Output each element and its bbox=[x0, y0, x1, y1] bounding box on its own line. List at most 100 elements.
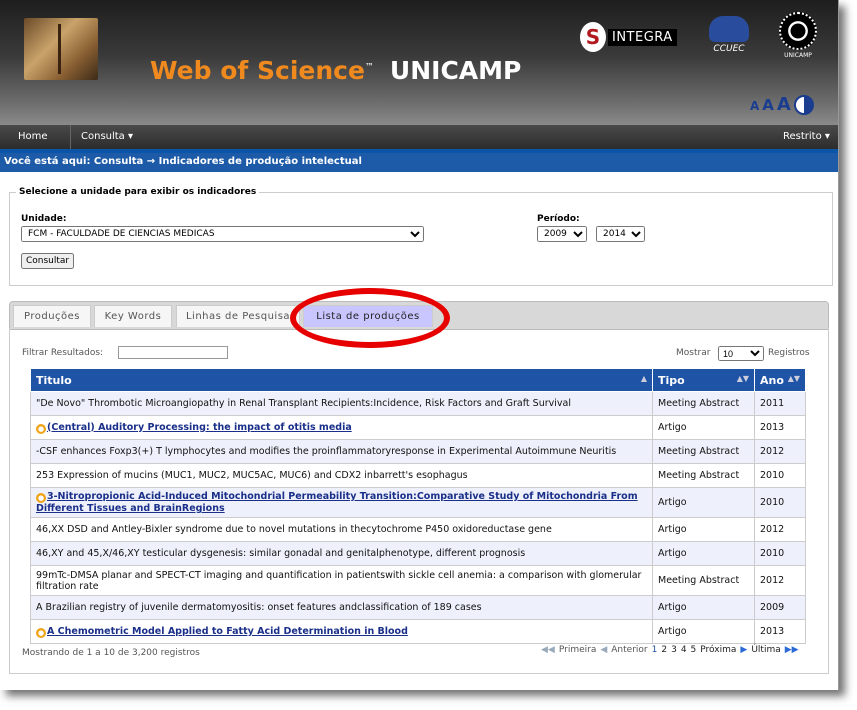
table-row[interactable]: ● 3-Nitropropionic Acid-Induced Mitochond… bbox=[30, 487, 806, 518]
title-link[interactable]: (Central) Auditory Processing: the impac… bbox=[47, 422, 352, 433]
nav-divider bbox=[70, 125, 71, 149]
last-page-link[interactable]: Última bbox=[751, 645, 780, 655]
next-page-icon[interactable]: ▶ bbox=[740, 645, 747, 655]
brand-unicamp: UNICAMP bbox=[389, 56, 522, 85]
year-to-select[interactable]: 2014 bbox=[596, 226, 645, 242]
page-link[interactable]: 4 bbox=[681, 645, 687, 655]
brand-web-of-science: Web of Science bbox=[150, 56, 365, 85]
integra-s-icon: S bbox=[580, 22, 606, 52]
first-page-link[interactable]: Primeira bbox=[559, 645, 597, 655]
ccuec-logo[interactable]: CCUEC bbox=[706, 16, 752, 54]
page-link[interactable]: 2 bbox=[661, 645, 667, 655]
cell-titulo: A Brazilian registry of juvenile dermato… bbox=[30, 595, 653, 620]
cell-titulo: 46,XX DSD and Antley-Bixler syndrome due… bbox=[30, 517, 653, 542]
page-frame: Web of Science™ UNICAMP S INTEGRA CCUEC U… bbox=[0, 0, 839, 690]
page-link[interactable]: 3 bbox=[671, 645, 677, 655]
page-size-select[interactable]: 10 bbox=[718, 346, 764, 361]
font-small-button[interactable]: A bbox=[750, 99, 759, 113]
title-text: 99mTc-DMSA planar and SPECT-CT imaging a… bbox=[36, 569, 642, 592]
results-info: Mostrando de 1 a 10 de 3,200 registros bbox=[22, 648, 200, 658]
book-image bbox=[24, 18, 98, 80]
column-ano[interactable]: Ano ▲▼ bbox=[754, 368, 806, 392]
cell-ano: 2012 bbox=[754, 565, 806, 596]
column-tipo[interactable]: Tipo ▲▼ bbox=[652, 368, 755, 392]
unicamp-label: UNICAMP bbox=[784, 52, 812, 59]
ccuec-label: CCUEC bbox=[713, 44, 745, 54]
table-row[interactable]: A Brazilian registry of juvenile dermato… bbox=[30, 595, 806, 620]
font-large-button[interactable]: A bbox=[777, 94, 791, 115]
cell-ano: 2010 bbox=[754, 463, 806, 488]
tab-linhas-de-pesquisa[interactable]: Linhas de Pesquisa bbox=[176, 305, 300, 327]
cell-titulo: "De Novo" Thrombotic Microangiopathy in … bbox=[30, 391, 653, 416]
cell-tipo: Artigo bbox=[652, 595, 755, 620]
table-row[interactable]: "De Novo" Thrombotic Microangiopathy in … bbox=[30, 391, 806, 416]
title-text: 253 Expression of mucins (MUC1, MUC2, MU… bbox=[36, 470, 468, 481]
unidade-label: Unidade: bbox=[21, 214, 67, 224]
nav-restrito[interactable]: Restrito ▾ bbox=[783, 131, 830, 142]
unicamp-logo[interactable]: UNICAMP bbox=[776, 12, 820, 59]
integra-label: INTEGRA bbox=[608, 28, 677, 46]
tab-producoes[interactable]: Produções bbox=[13, 305, 91, 327]
table-row[interactable]: -CSF enhances Foxp3(+) T lymphocytes and… bbox=[30, 439, 806, 464]
table-row[interactable]: 253 Expression of mucins (MUC1, MUC2, MU… bbox=[30, 463, 806, 488]
column-titulo[interactable]: Titulo ▲ bbox=[30, 368, 653, 392]
column-titulo-label: Titulo bbox=[36, 373, 72, 387]
cell-ano: 2009 bbox=[754, 595, 806, 620]
tab-lista-de-producoes[interactable]: Lista de produções bbox=[303, 305, 433, 327]
title-text: -CSF enhances Foxp3(+) T lymphocytes and… bbox=[36, 446, 617, 457]
filter-input[interactable] bbox=[118, 346, 228, 359]
mostrar-label: Mostrar bbox=[676, 348, 711, 358]
contrast-toggle-icon[interactable] bbox=[793, 94, 814, 115]
cell-titulo: 99mTc-DMSA planar and SPECT-CT imaging a… bbox=[30, 565, 653, 596]
consultar-button[interactable]: Consultar bbox=[21, 253, 75, 269]
cell-ano: 2013 bbox=[754, 415, 806, 440]
nav-consulta[interactable]: Consulta ▾ bbox=[81, 131, 133, 142]
cell-ano: 2013 bbox=[754, 619, 806, 644]
cell-tipo: Artigo bbox=[652, 487, 755, 518]
unidade-select[interactable]: FCM - FACULDADE DE CIENCIAS MEDICAS bbox=[21, 226, 424, 242]
last-page-icon[interactable]: ▶▶ bbox=[785, 645, 799, 655]
table-row[interactable]: ● A Chemometric Model Applied to Fatty Ac… bbox=[30, 619, 806, 644]
filter-label: Filtrar Resultados: bbox=[22, 348, 104, 358]
prev-page-icon[interactable]: ◀ bbox=[600, 645, 607, 655]
cell-ano: 2012 bbox=[754, 439, 806, 464]
tab-key-words[interactable]: Key Words bbox=[94, 305, 172, 327]
form-title: Selecione a unidade para exibir os indic… bbox=[16, 187, 260, 197]
table-row[interactable]: 46,XX DSD and Antley-Bixler syndrome due… bbox=[30, 517, 806, 542]
registros-label: Registros bbox=[768, 348, 810, 358]
trademark-mark: ™ bbox=[364, 62, 374, 73]
page-link[interactable]: 1 bbox=[652, 645, 658, 655]
cell-tipo: Artigo bbox=[652, 517, 755, 542]
first-page-icon[interactable]: ◀◀ bbox=[541, 645, 555, 655]
title-link[interactable]: 3-Nitropropionic Acid-Induced Mitochondr… bbox=[36, 491, 638, 514]
page-link[interactable]: 5 bbox=[691, 645, 697, 655]
font-medium-button[interactable]: A bbox=[762, 96, 774, 114]
next-page-link[interactable]: Próxima bbox=[700, 645, 736, 655]
prev-page-link[interactable]: Anterior bbox=[611, 645, 647, 655]
table-row[interactable]: ● (Central) Auditory Processing: the impa… bbox=[30, 415, 806, 440]
cell-titulo: 46,XY and 45,X/46,XY testicular dysgenes… bbox=[30, 541, 653, 566]
cell-titulo: 253 Expression of mucins (MUC1, MUC2, MU… bbox=[30, 463, 653, 488]
site-brand: Web of Science™ UNICAMP bbox=[150, 56, 521, 85]
year-from-select[interactable]: 2009 bbox=[537, 226, 587, 242]
accessibility-controls: A A A bbox=[750, 94, 814, 115]
results-table: Titulo ▲ Tipo ▲▼ Ano ▲▼ "De Novo" Thromboti… bbox=[30, 368, 806, 644]
breadcrumb: Você está aqui: Consulta → Indicadores d… bbox=[0, 153, 838, 172]
pagination: ◀◀ Primeira ◀ Anterior 1 2 3 4 5 Próxima… bbox=[541, 645, 799, 655]
cell-titulo: ● A Chemometric Model Applied to Fatty Ac… bbox=[30, 619, 653, 644]
cell-ano: 2010 bbox=[754, 541, 806, 566]
cell-tipo: Meeting Abstract bbox=[652, 565, 755, 596]
cell-titulo: ● (Central) Auditory Processing: the impa… bbox=[30, 415, 653, 440]
integra-logo[interactable]: S INTEGRA bbox=[580, 22, 677, 52]
cell-tipo: Artigo bbox=[652, 415, 755, 440]
title-link[interactable]: A Chemometric Model Applied to Fatty Aci… bbox=[47, 626, 408, 637]
ccuec-mark-icon bbox=[709, 16, 749, 42]
cell-ano: 2011 bbox=[754, 391, 806, 416]
cell-ano: 2010 bbox=[754, 487, 806, 518]
cell-ano: 2012 bbox=[754, 517, 806, 542]
title-text: 46,XY and 45,X/46,XY testicular dysgenes… bbox=[36, 548, 526, 559]
table-row[interactable]: 46,XY and 45,X/46,XY testicular dysgenes… bbox=[30, 541, 806, 566]
cell-titulo: -CSF enhances Foxp3(+) T lymphocytes and… bbox=[30, 439, 653, 464]
table-row[interactable]: 99mTc-DMSA planar and SPECT-CT imaging a… bbox=[30, 565, 806, 596]
nav-home[interactable]: Home bbox=[18, 131, 48, 142]
